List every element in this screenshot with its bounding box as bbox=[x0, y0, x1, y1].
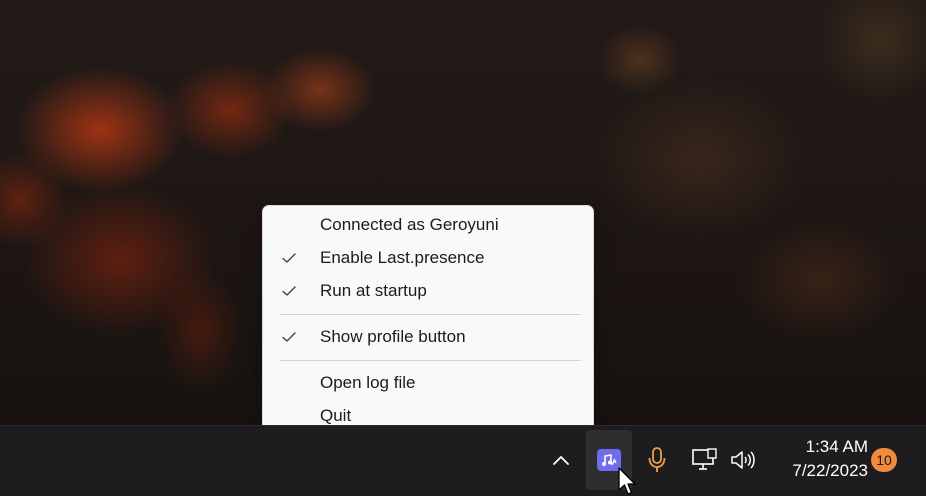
clock-button[interactable]: 1:34 AM 7/22/2023 bbox=[772, 435, 868, 487]
chevron-up-icon bbox=[553, 456, 569, 465]
menu-item-enable-presence[interactable]: Enable Last.presence bbox=[263, 243, 593, 273]
mouse-pointer-icon bbox=[618, 467, 636, 495]
menu-item-label: Enable Last.presence bbox=[320, 248, 485, 267]
menu-separator bbox=[280, 360, 581, 361]
clock-time: 1:34 AM bbox=[805, 437, 868, 456]
menu-separator bbox=[280, 314, 581, 315]
network-icon bbox=[692, 448, 717, 470]
menu-item-open-log-file[interactable]: Open log file bbox=[263, 368, 593, 398]
menu-item-label: Quit bbox=[320, 406, 352, 425]
menu-item-connected-as[interactable]: Connected as Geroyuni bbox=[263, 210, 593, 240]
microphone-button[interactable] bbox=[640, 440, 674, 480]
volume-button[interactable] bbox=[726, 440, 760, 480]
check-icon bbox=[282, 286, 296, 296]
menu-item-run-at-startup[interactable]: Run at startup bbox=[263, 276, 593, 306]
menu-item-label: Show profile button bbox=[320, 327, 466, 346]
check-icon bbox=[282, 253, 296, 263]
tray-context-menu: Connected as Geroyuni Enable Last.presen… bbox=[262, 205, 594, 438]
menu-item-label: Run at startup bbox=[320, 281, 427, 300]
menu-item-label: Open log file bbox=[320, 373, 416, 392]
show-hidden-icons-button[interactable] bbox=[546, 440, 576, 480]
notification-count-badge[interactable]: 10 bbox=[871, 448, 897, 472]
menu-item-label: Connected as Geroyuni bbox=[320, 215, 499, 234]
clock-date: 7/22/2023 bbox=[792, 461, 868, 480]
menu-item-show-profile-button[interactable]: Show profile button bbox=[263, 322, 593, 352]
check-icon bbox=[282, 332, 296, 342]
microphone-icon bbox=[648, 447, 666, 472]
volume-icon bbox=[731, 451, 755, 469]
network-button[interactable] bbox=[688, 440, 722, 480]
